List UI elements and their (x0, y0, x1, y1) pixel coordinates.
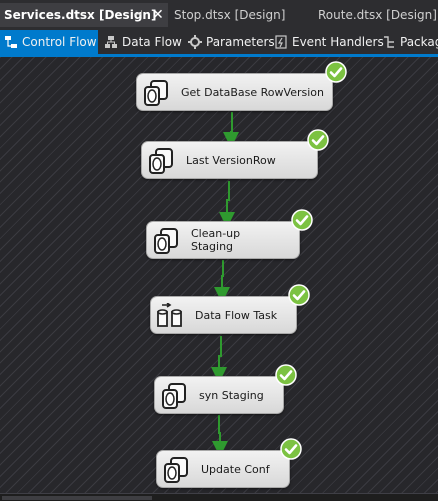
parameters-icon (188, 34, 202, 49)
tab-event-handlers[interactable]: Event Handlers (270, 30, 384, 54)
task-syn-staging[interactable]: syn Staging (154, 376, 284, 414)
task-data-flow-task[interactable]: Data Flow Task (150, 296, 297, 334)
task-clean-up-staging[interactable]: Clean-up Staging (146, 221, 300, 259)
scrollbar-thumb[interactable] (2, 496, 152, 500)
tab-control-flow[interactable]: Control Flow (0, 30, 98, 54)
tab-data-flow[interactable]: Data Flow (100, 30, 182, 54)
execute-sql-icon (144, 80, 168, 106)
event-handlers-icon (275, 34, 287, 49)
success-check-icon (288, 284, 310, 306)
tab-package-explorer[interactable]: Packag (378, 30, 438, 54)
package-explorer-icon (384, 35, 394, 48)
tab-label: Event Handlers (292, 35, 384, 49)
success-check-icon (325, 61, 347, 83)
task-get-database-rowversion[interactable]: Get DataBase RowVersion (136, 73, 333, 111)
doc-tab-services[interactable]: Services.dtsx [Design] ⊣ ✕ (0, 3, 168, 27)
success-check-icon (280, 438, 302, 460)
task-last-versionrow[interactable]: Last VersionRow (141, 141, 318, 179)
data-flow-task-icon (157, 303, 182, 327)
task-label: Update Conf (201, 462, 270, 476)
designer-tab-bar: Control Flow Data Flow Parameters Event … (0, 30, 438, 54)
task-label: Last VersionRow (186, 153, 276, 167)
doc-tab-label: Stop.dtsx [Design] (174, 8, 286, 22)
task-label: syn Staging (199, 388, 264, 402)
success-check-icon (275, 364, 297, 386)
task-label: Get DataBase RowVersion (181, 85, 324, 99)
task-label: Data Flow Task (195, 308, 278, 322)
task-label: Clean-up Staging (191, 227, 241, 253)
control-flow-icon (5, 35, 17, 48)
data-flow-icon (105, 35, 117, 48)
tab-label: Packag (400, 35, 438, 49)
document-tab-bar: Services.dtsx [Design] ⊣ ✕ Stop.dtsx [De… (0, 0, 438, 30)
control-flow-canvas[interactable] (0, 57, 438, 493)
tab-label: Control Flow (22, 35, 97, 49)
success-check-icon (307, 129, 329, 151)
execute-sql-icon (164, 457, 188, 483)
success-check-icon (291, 209, 313, 231)
doc-tab-label: Route.dtsx [Design] (318, 8, 437, 22)
task-update-conf[interactable]: Update Conf (156, 450, 290, 488)
execute-sql-icon (162, 383, 186, 409)
execute-sql-icon (149, 148, 173, 174)
doc-tab-route[interactable]: Route.dtsx [Design] (318, 3, 437, 27)
pin-icon[interactable]: ⊣ (133, 3, 143, 27)
horizontal-scrollbar[interactable] (0, 493, 438, 501)
tab-label: Data Flow (122, 35, 182, 49)
doc-tab-stop[interactable]: Stop.dtsx [Design] (174, 3, 285, 27)
execute-sql-icon (154, 228, 178, 254)
close-icon[interactable]: ✕ (152, 3, 164, 27)
tab-label: Parameters (206, 35, 275, 49)
tab-parameters[interactable]: Parameters (184, 30, 275, 54)
